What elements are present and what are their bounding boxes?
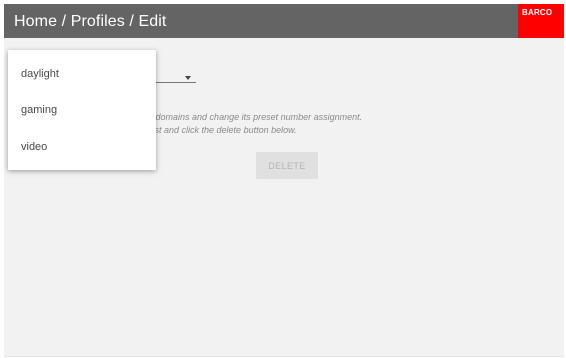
profile-select-underline[interactable] bbox=[156, 82, 196, 83]
dropdown-item-video[interactable]: video bbox=[8, 132, 156, 162]
dropdown-item-gaming[interactable]: gaming bbox=[8, 95, 156, 125]
app-window: Home / Profiles / Edit BARCO ee the doma… bbox=[4, 4, 564, 357]
dropdown-item-label: video bbox=[21, 141, 48, 153]
chevron-down-icon[interactable] bbox=[185, 76, 191, 80]
dropdown-item-label: daylight bbox=[21, 68, 59, 80]
logo-text: BARCO bbox=[522, 8, 553, 17]
breadcrumb: Home / Profiles / Edit bbox=[14, 13, 167, 30]
profile-dropdown-menu: daylight gaming video bbox=[8, 50, 156, 170]
dropdown-item-daylight[interactable]: daylight bbox=[8, 59, 156, 89]
instructions-line-1: ee the domains and change its preset num… bbox=[128, 112, 363, 122]
dropdown-item-label: gaming bbox=[21, 104, 58, 116]
header-bar: Home / Profiles / Edit BARCO bbox=[4, 4, 564, 38]
barco-logo: BARCO bbox=[518, 4, 564, 38]
delete-button[interactable]: DELETE bbox=[256, 152, 318, 179]
